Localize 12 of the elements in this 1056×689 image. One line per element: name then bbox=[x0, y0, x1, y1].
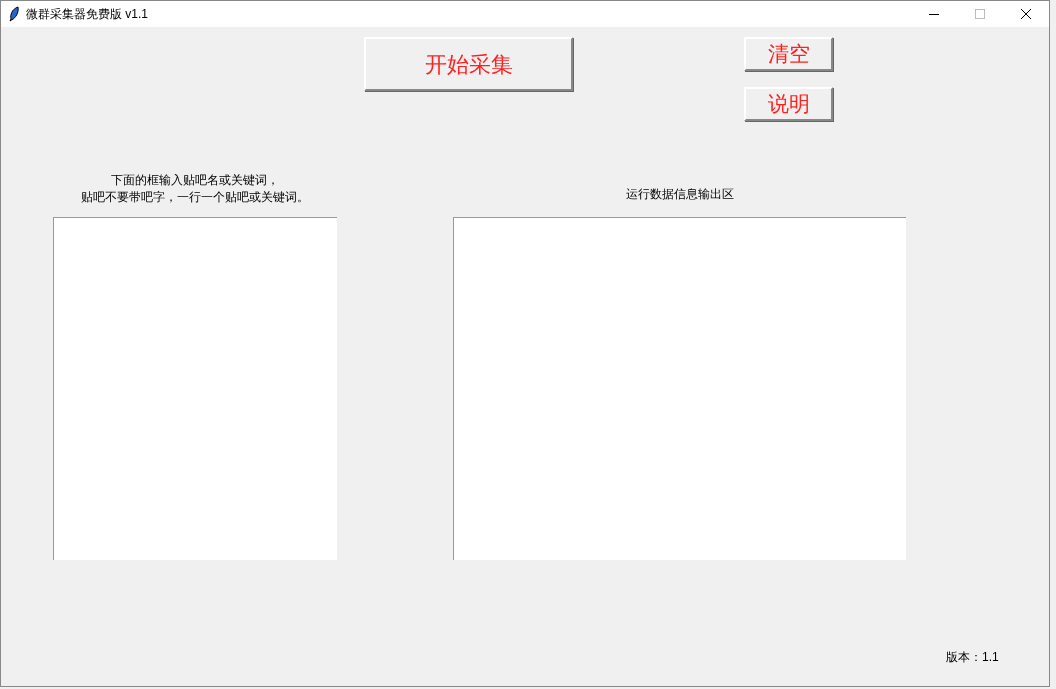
maximize-icon bbox=[974, 8, 986, 20]
help-button[interactable]: 说明 bbox=[744, 87, 833, 121]
feather-icon bbox=[8, 6, 20, 22]
window-title: 微群采集器免费版 v1.1 bbox=[26, 6, 148, 23]
close-icon bbox=[1020, 8, 1032, 20]
start-collect-button[interactable]: 开始采集 bbox=[364, 37, 573, 91]
keyword-input-field[interactable] bbox=[53, 217, 337, 560]
clear-button[interactable]: 清空 bbox=[744, 37, 833, 71]
version-label: 版本：1.1 bbox=[946, 649, 999, 666]
output-text-area[interactable] bbox=[453, 217, 906, 560]
instruction-text: 下面的框输入贴吧名或关键词， 贴吧不要带吧字，一行一个贴吧或关键词。 bbox=[80, 172, 310, 206]
output-area-label: 运行数据信息输出区 bbox=[625, 186, 734, 203]
